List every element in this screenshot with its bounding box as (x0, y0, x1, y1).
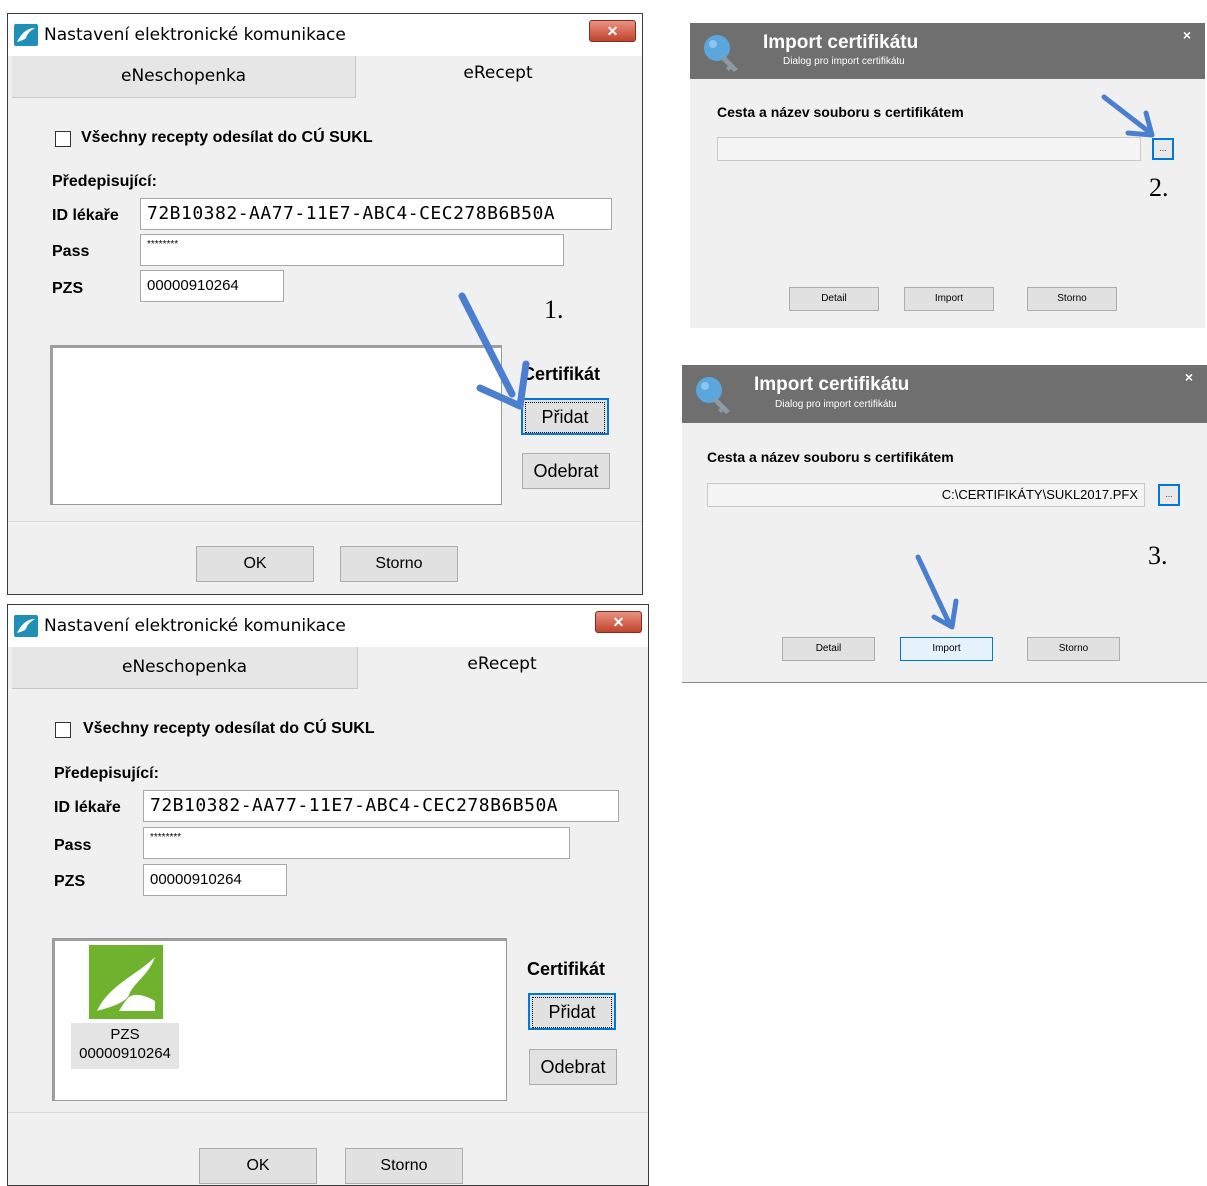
cancel-button[interactable]: Storno (345, 1148, 463, 1184)
app-logo-icon (14, 24, 38, 46)
import-button[interactable]: Import (900, 637, 993, 661)
certificate-logo-icon (89, 945, 163, 1019)
close-button[interactable]: × (1183, 27, 1191, 43)
dialog-title: Import certifikátu (754, 374, 910, 395)
certificate-list[interactable] (50, 345, 502, 505)
pass-field[interactable]: ******** (140, 234, 564, 266)
certificate-list[interactable]: PZS 00000910264 (52, 938, 507, 1101)
certificate-path-field[interactable] (717, 137, 1141, 161)
cancel-button[interactable]: Storno (1027, 287, 1117, 311)
cancel-button[interactable]: Storno (1027, 637, 1120, 661)
doctor-id-field[interactable]: 72B10382-AA77-11E7-ABC4-CEC278B6B50A (140, 198, 612, 230)
pzs-field[interactable]: 00000910264 (140, 270, 284, 302)
pass-label: Pass (54, 837, 92, 854)
titlebar[interactable]: Nastavení elektronické komunikace ✕ (8, 14, 642, 56)
step-number: 3. (1148, 541, 1168, 570)
add-certificate-button[interactable]: Přidat (528, 993, 616, 1030)
pass-field[interactable]: ******** (143, 827, 570, 859)
send-all-checkbox[interactable] (55, 131, 71, 147)
certificate-item-label: PZS (110, 1026, 140, 1043)
pzs-label: PZS (54, 873, 86, 890)
remove-certificate-button[interactable]: Odebrat (522, 453, 610, 489)
pzs-label: PZS (52, 280, 84, 297)
send-all-label: Všechny recepty odesílat do CÚ SUKL (83, 720, 375, 737)
app-logo-icon (14, 615, 38, 637)
dialog-subtitle: Dialog pro import certifikátu (783, 56, 905, 67)
pointer-arrow-icon (1101, 94, 1155, 138)
cancel-button[interactable]: Storno (340, 546, 458, 582)
remove-certificate-button[interactable]: Odebrat (529, 1049, 617, 1085)
window-title: Nastavení elektronické komunikace (44, 25, 346, 45)
pointer-arrow-icon (458, 292, 530, 410)
send-all-checkbox[interactable] (55, 722, 71, 738)
prescriber-section-label: Předepisující: (54, 765, 159, 782)
certificate-item-value: 00000910264 (79, 1045, 171, 1062)
close-button[interactable]: × (1185, 369, 1193, 385)
close-button[interactable]: ✕ (589, 20, 636, 42)
certificate-label: Certifikát (527, 959, 606, 979)
tab-erecept[interactable]: eRecept (356, 56, 640, 98)
pointer-arrow-icon (915, 554, 959, 630)
key-icon (696, 377, 730, 414)
detail-button[interactable]: Detail (782, 637, 875, 661)
step-number: 2. (1149, 173, 1169, 202)
tab-erecept[interactable]: eRecept (358, 647, 646, 689)
doctor-id-field[interactable]: 72B10382-AA77-11E7-ABC4-CEC278B6B50A (143, 790, 619, 822)
dialog-header[interactable]: Import certifikátu Dialog pro import cer… (690, 23, 1205, 79)
titlebar[interactable]: Nastavení elektronické komunikace ✕ (8, 605, 648, 647)
add-button-label: Přidat (532, 997, 612, 1028)
close-button[interactable]: ✕ (595, 611, 642, 633)
dialog-subtitle: Dialog pro import certifikátu (775, 399, 897, 410)
key-icon (704, 35, 738, 72)
tab-eneschopenka[interactable]: eNeschopenka (12, 647, 358, 689)
settings-window-2: Nastavení elektronické komunikace ✕ eNes… (7, 604, 649, 1186)
doctor-id-label: ID lékaře (52, 207, 119, 224)
path-label: Cesta a název souboru s certifikátem (707, 449, 954, 465)
doctor-id-label: ID lékaře (54, 799, 121, 816)
import-dialog-1: Import certifikátu Dialog pro import cer… (690, 23, 1205, 328)
detail-button[interactable]: Detail (789, 287, 879, 311)
import-button[interactable]: Import (904, 287, 994, 311)
ok-button[interactable]: OK (199, 1148, 317, 1184)
tab-eneschopenka[interactable]: eNeschopenka (12, 56, 356, 98)
send-all-label: Všechny recepty odesílat do CÚ SUKL (81, 129, 373, 146)
import-dialog-2: Import certifikátu Dialog pro import cer… (682, 365, 1207, 683)
certificate-path-field[interactable]: C:\CERTIFIKÁTY\SUKL2017.PFX (707, 483, 1145, 507)
pzs-field[interactable]: 00000910264 (143, 864, 287, 896)
ok-button[interactable]: OK (196, 546, 314, 582)
path-label: Cesta a název souboru s certifikátem (717, 104, 964, 120)
pass-label: Pass (52, 243, 90, 260)
dialog-footer: OK Storno (8, 1112, 648, 1185)
dialog-title: Import certifikátu (763, 32, 919, 53)
dialog-header[interactable]: Import certifikátu Dialog pro import cer… (682, 365, 1207, 423)
dialog-footer: OK Storno (8, 521, 642, 594)
step-number: 1. (544, 295, 564, 324)
prescriber-section-label: Předepisující: (52, 173, 157, 190)
settings-window-1: Nastavení elektronické komunikace ✕ eNes… (7, 13, 643, 595)
window-title: Nastavení elektronické komunikace (44, 616, 346, 636)
browse-button[interactable]: ... (1158, 484, 1180, 506)
